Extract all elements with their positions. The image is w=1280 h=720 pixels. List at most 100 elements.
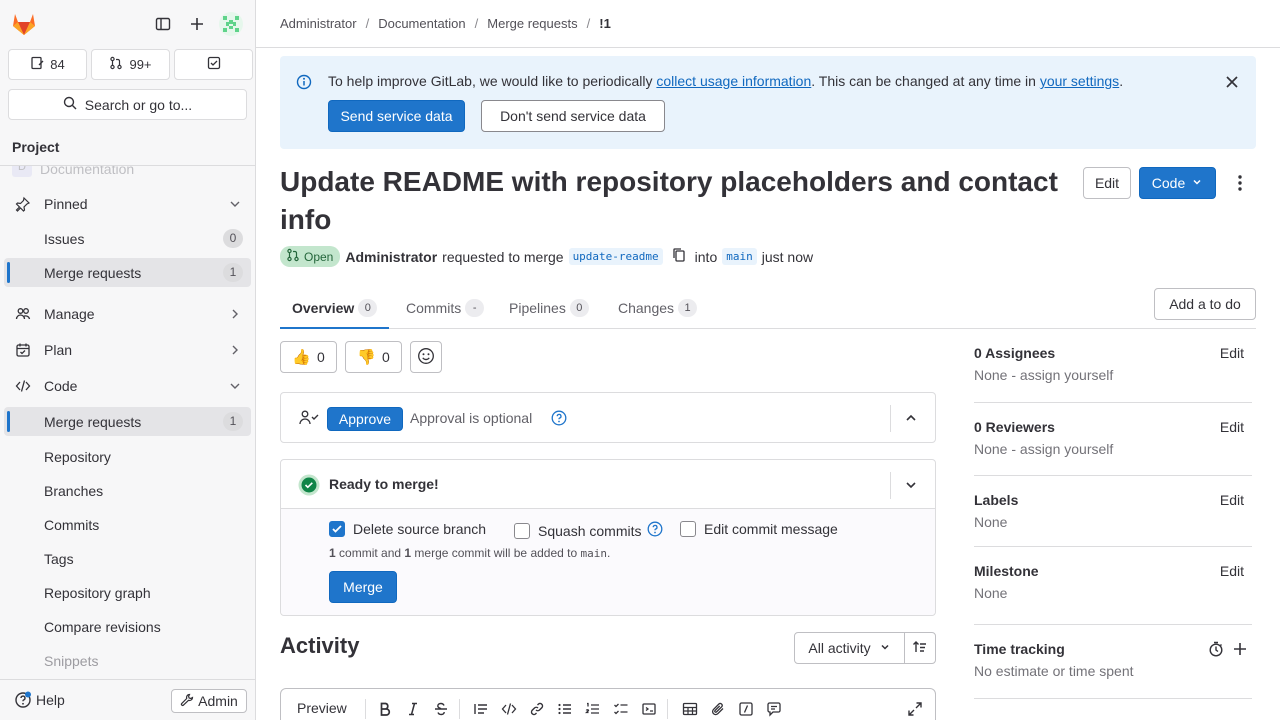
quick-actions-icon[interactable] xyxy=(738,701,754,717)
todos-button[interactable] xyxy=(174,49,253,80)
sidebar-item-label: Pinned xyxy=(44,195,88,212)
assignees-value[interactable]: None - assign yourself xyxy=(974,367,1252,383)
tab-changes[interactable]: Changes 1 xyxy=(618,288,698,328)
send-service-data-button[interactable]: Send service data xyxy=(328,100,465,132)
page-title: Update README with repository placeholde… xyxy=(280,166,1058,235)
bullet-list-icon[interactable] xyxy=(557,701,573,717)
tab-overview[interactable]: Overview 0 xyxy=(280,288,390,329)
reviewers-edit-button[interactable]: Edit xyxy=(1220,419,1244,435)
code-icon[interactable] xyxy=(501,701,517,717)
breadcrumb-item-current[interactable]: !1 xyxy=(599,16,611,31)
sidebar-section-pinned[interactable]: Pinned xyxy=(4,189,251,218)
sidebar-item-repository-graph[interactable]: Repository graph xyxy=(4,578,251,607)
numbered-list-icon[interactable] xyxy=(584,701,601,717)
sidebar-item-repository[interactable]: Repository xyxy=(4,442,251,471)
sidebar-project-link[interactable]: D Documentation xyxy=(12,166,134,177)
question-icon[interactable] xyxy=(551,410,567,429)
task-list-icon[interactable] xyxy=(613,701,629,717)
italic-icon[interactable] xyxy=(405,701,421,717)
squash-commits-checkbox[interactable]: Squash commits xyxy=(514,521,663,540)
code-dropdown-button[interactable]: Code xyxy=(1139,167,1216,199)
collapsible-icon[interactable] xyxy=(641,701,657,717)
breadcrumb-item-merge-requests[interactable]: Merge requests xyxy=(487,16,577,31)
reviewers-section: 0 Reviewers None - assign yourself Edit xyxy=(974,419,1252,457)
sidebar-item-pinned-merge-requests[interactable]: Merge requests 1 xyxy=(4,258,251,287)
code-dropdown-label: Code xyxy=(1151,175,1186,191)
help-button[interactable]: Help xyxy=(14,691,65,709)
delete-source-checkbox[interactable]: Delete source branch xyxy=(329,521,486,537)
preview-tab[interactable]: Preview xyxy=(297,700,347,716)
strikethrough-icon[interactable] xyxy=(433,701,449,717)
your-settings-link[interactable]: your settings xyxy=(1040,73,1119,89)
success-check-icon xyxy=(298,474,320,499)
sidebar-item-snippets[interactable]: Snippets xyxy=(4,646,251,675)
approve-button[interactable]: Approve xyxy=(327,407,403,431)
plus-icon[interactable] xyxy=(183,10,211,38)
table-icon[interactable] xyxy=(682,701,698,717)
activity-filter-dropdown[interactable]: All activity xyxy=(794,632,905,664)
sort-order-button[interactable] xyxy=(904,632,936,664)
issues-icon xyxy=(30,56,44,73)
maximize-icon[interactable] xyxy=(907,701,923,717)
blockquote-icon[interactable] xyxy=(473,701,489,717)
source-branch[interactable]: update-readme xyxy=(568,248,663,265)
attachment-icon[interactable] xyxy=(710,701,726,717)
requested-text: requested to merge xyxy=(442,248,564,265)
chevron-up-icon[interactable] xyxy=(903,410,919,429)
sidebar-item-commits[interactable]: Commits xyxy=(4,510,251,539)
admin-button[interactable]: Admin xyxy=(171,689,247,713)
tab-pipelines[interactable]: Pipelines 0 xyxy=(509,288,589,328)
thumbs-up-button[interactable]: 👍 0 xyxy=(280,341,337,373)
sidebar-item-issues[interactable]: Issues 0 xyxy=(4,224,251,253)
plus-icon[interactable] xyxy=(1232,641,1248,660)
issues-count-button[interactable]: 84 xyxy=(8,49,87,80)
edit-mr-button[interactable]: Edit xyxy=(1083,167,1131,199)
edit-commit-message-checkbox[interactable]: Edit commit message xyxy=(680,521,838,537)
merge-button[interactable]: Merge xyxy=(329,571,397,603)
sidebar-item-tags[interactable]: Tags xyxy=(4,544,251,573)
reviewers-value[interactable]: None - assign yourself xyxy=(974,441,1252,457)
alert-message: To help improve GitLab, we would like to… xyxy=(328,73,1123,89)
close-icon[interactable] xyxy=(1224,74,1240,93)
target-branch[interactable]: main xyxy=(722,248,757,265)
breadcrumb-item-documentation[interactable]: Documentation xyxy=(378,16,465,31)
author-name[interactable]: Administrator xyxy=(345,249,437,265)
sidebar-section-manage[interactable]: Manage xyxy=(4,299,251,328)
toolbar-divider xyxy=(667,699,668,719)
thumbs-down-icon: 👎 xyxy=(357,349,376,366)
bold-icon[interactable] xyxy=(377,701,393,717)
milestone-edit-button[interactable]: Edit xyxy=(1220,563,1244,579)
stopwatch-icon[interactable] xyxy=(1208,641,1224,660)
sidebar-item-branches[interactable]: Branches xyxy=(4,476,251,505)
add-todo-button[interactable]: Add a to do xyxy=(1154,288,1256,320)
search-button[interactable]: Search or go to... xyxy=(8,89,247,120)
link-icon[interactable] xyxy=(529,701,545,717)
question-icon[interactable] xyxy=(647,521,663,540)
sidebar-section-code[interactable]: Code xyxy=(4,371,251,400)
chevron-down-icon xyxy=(1191,175,1203,191)
collect-usage-link[interactable]: collect usage information xyxy=(656,73,811,89)
thumbs-down-button[interactable]: 👎 0 xyxy=(345,341,402,373)
chevron-down-icon[interactable] xyxy=(903,477,919,496)
approval-icon xyxy=(299,409,319,430)
tab-commits[interactable]: Commits - xyxy=(406,288,485,328)
sidebar-item-merge-requests[interactable]: Merge requests 1 xyxy=(4,407,251,436)
labels-edit-button[interactable]: Edit xyxy=(1220,492,1244,508)
merge-requests-count-button[interactable]: 99+ xyxy=(91,49,170,80)
sidebar-item-compare-revisions[interactable]: Compare revisions xyxy=(4,612,251,641)
breadcrumb-separator: / xyxy=(586,16,591,31)
merge-target-branch: main xyxy=(580,547,607,560)
comment-icon[interactable] xyxy=(766,701,782,717)
kebab-menu-icon[interactable] xyxy=(1230,173,1250,193)
chevron-right-icon xyxy=(227,342,243,358)
project-avatar: D xyxy=(12,166,32,177)
assignees-edit-button[interactable]: Edit xyxy=(1220,345,1244,361)
add-reaction-button[interactable] xyxy=(410,341,442,373)
sidebar-section-plan[interactable]: Plan xyxy=(4,335,251,364)
avatar[interactable] xyxy=(217,10,245,38)
breadcrumb-item-administrator[interactable]: Administrator xyxy=(280,16,357,31)
copy-branch-icon[interactable] xyxy=(672,247,686,266)
sidebar-toggle-icon[interactable] xyxy=(149,10,177,38)
gitlab-logo-icon[interactable] xyxy=(10,10,38,38)
dont-send-service-data-button[interactable]: Don't send service data xyxy=(481,100,665,132)
